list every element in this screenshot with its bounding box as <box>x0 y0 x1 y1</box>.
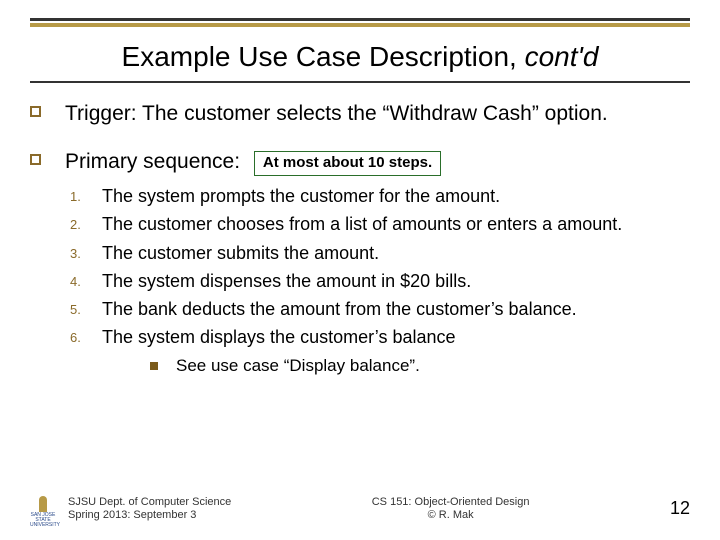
step-number: 4. <box>70 269 102 293</box>
step-number: 3. <box>70 241 102 265</box>
filled-square-icon <box>150 362 158 370</box>
trigger-body: The customer selects the “Withdraw Cash”… <box>142 102 608 125</box>
bullet-trigger: Trigger: The customer selects the “Withd… <box>30 101 690 127</box>
title-main: Example Use Case Description, <box>122 41 525 72</box>
sub-bullet: See use case “Display balance”. <box>150 356 690 376</box>
list-item: 1.The system prompts the customer for th… <box>70 184 690 208</box>
primary-label: Primary sequence: <box>65 150 240 173</box>
step-text: The customer chooses from a list of amou… <box>102 212 690 236</box>
step-text: The system displays the customer’s balan… <box>102 325 690 349</box>
title-italic: cont'd <box>525 41 599 72</box>
step-text: The system prompts the customer for the … <box>102 184 690 208</box>
footer-center: CS 151: Object-Oriented Design © R. Mak <box>231 496 670 522</box>
list-item: 5.The bank deducts the amount from the c… <box>70 297 690 321</box>
callout-box: At most about 10 steps. <box>254 151 441 176</box>
step-number: 2. <box>70 212 102 236</box>
square-bullet-icon <box>30 154 41 165</box>
step-number: 5. <box>70 297 102 321</box>
list-item: 2.The customer chooses from a list of am… <box>70 212 690 236</box>
sub-text: See use case “Display balance”. <box>176 356 420 376</box>
step-number: 1. <box>70 184 102 208</box>
step-text: The bank deducts the amount from the cus… <box>102 297 690 321</box>
footer-left: SJSU Dept. of Computer Science Spring 20… <box>68 496 231 522</box>
square-bullet-icon <box>30 106 41 117</box>
footer-course: CS 151: Object-Oriented Design <box>231 496 670 509</box>
trigger-label: Trigger: <box>65 102 137 125</box>
list-item: 6.The system displays the customer’s bal… <box>70 325 690 349</box>
step-number: 6. <box>70 325 102 349</box>
university-logo-icon: SAN JOSE STATE UNIVERSITY <box>30 496 56 522</box>
list-item: 3.The customer submits the amount. <box>70 241 690 265</box>
title-underline <box>30 81 690 83</box>
footer-date: Spring 2013: September 3 <box>68 509 231 522</box>
bullet-primary: Primary sequence: At most about 10 steps… <box>30 149 690 176</box>
footer-dept: SJSU Dept. of Computer Science <box>68 496 231 509</box>
footer: SAN JOSE STATE UNIVERSITY SJSU Dept. of … <box>30 496 690 522</box>
list-item: 4.The system dispenses the amount in $20… <box>70 269 690 293</box>
top-rule-gold <box>30 23 690 27</box>
page-number: 12 <box>670 498 690 519</box>
footer-author: © R. Mak <box>231 509 670 522</box>
slide-title: Example Use Case Description, cont'd <box>30 41 690 73</box>
top-rule-dark <box>30 18 690 21</box>
primary-heading: Primary sequence: At most about 10 steps… <box>65 149 441 176</box>
steps-list: 1.The system prompts the customer for th… <box>70 184 690 350</box>
trigger-text: Trigger: The customer selects the “Withd… <box>65 101 608 127</box>
step-text: The system dispenses the amount in $20 b… <box>102 269 690 293</box>
step-text: The customer submits the amount. <box>102 241 690 265</box>
